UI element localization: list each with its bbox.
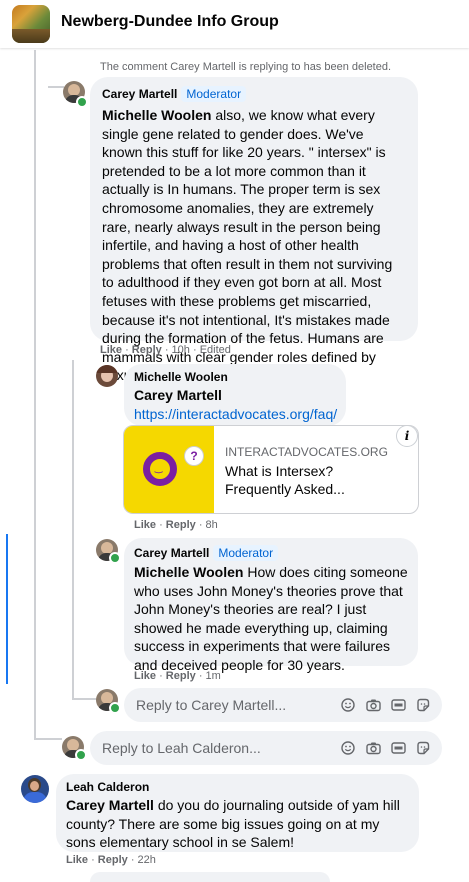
sticker-icon[interactable] bbox=[416, 698, 430, 712]
intersex-logo-icon: ‿ ? bbox=[124, 426, 214, 513]
online-status-icon bbox=[76, 96, 88, 108]
reply-input-leah[interactable]: Reply to Leah Calderon... bbox=[90, 731, 442, 765]
thread-line-inner bbox=[72, 360, 74, 700]
comment-actions: Like · Reply · 8h bbox=[134, 519, 218, 531]
gif-icon[interactable] bbox=[391, 698, 406, 712]
mention-link[interactable]: Michelle Woolen bbox=[134, 564, 243, 580]
preview-title-line1: What is Intersex? bbox=[225, 463, 334, 479]
comment-bubble: Leah Calderon Carey Martell do you do jo… bbox=[56, 774, 419, 852]
thread-connector bbox=[34, 738, 62, 740]
reply-button[interactable]: Reply bbox=[166, 519, 196, 531]
online-status-icon bbox=[109, 702, 121, 714]
edited-label: Edited bbox=[199, 344, 231, 356]
like-button[interactable]: Like bbox=[100, 344, 122, 356]
like-button[interactable]: Like bbox=[66, 854, 88, 866]
like-button[interactable]: Like bbox=[134, 670, 156, 682]
reply-button[interactable]: Reply bbox=[166, 670, 196, 682]
mention-link[interactable]: Michelle Woolen bbox=[102, 107, 211, 123]
like-button[interactable]: Like bbox=[134, 519, 156, 531]
comment-actions: Like · Reply · 22h bbox=[66, 854, 156, 866]
camera-icon[interactable] bbox=[366, 741, 381, 755]
comment-text: Michelle Woolen How does citing someone … bbox=[134, 563, 408, 675]
comment-body: also, we know what every single gene rel… bbox=[102, 107, 393, 384]
mention-link[interactable]: Carey Martell bbox=[134, 386, 336, 405]
reply-placeholder[interactable]: Reply to Carey Martell... bbox=[136, 697, 330, 713]
comment-bubble: Carey Martell Moderator Michelle Woolen H… bbox=[124, 538, 418, 673]
mention-link[interactable]: Carey Martell bbox=[66, 797, 154, 813]
emoji-icon[interactable] bbox=[341, 741, 355, 755]
comment-actions: Like · Reply · 10h · Edited bbox=[100, 344, 231, 356]
faq-link[interactable]: https://interactadvocates.org/faq/ bbox=[134, 405, 337, 424]
comment-body: How does citing someone who uses John Mo… bbox=[134, 564, 408, 673]
link-preview-card[interactable]: ‿ ? INTERACTADVOCATES.ORG What is Inters… bbox=[123, 425, 419, 514]
reply-input-carey[interactable]: Reply to Carey Martell... bbox=[124, 688, 442, 722]
reply-button[interactable]: Reply bbox=[132, 344, 162, 356]
next-reply-bubble-partial bbox=[90, 872, 330, 882]
preview-title-line2: Frequently Asked... bbox=[225, 481, 345, 497]
group-header: Newberg-Dundee Info Group bbox=[0, 0, 469, 48]
thread-connector bbox=[48, 86, 64, 88]
active-thread-indicator bbox=[6, 534, 8, 684]
comment-author[interactable]: Carey Martell bbox=[134, 546, 209, 560]
moderator-badge: Moderator bbox=[213, 545, 279, 561]
comment-timestamp[interactable]: 10h bbox=[172, 344, 190, 356]
leah-calderon-avatar[interactable] bbox=[21, 775, 49, 803]
comment-bubble: Carey Martell Moderator Michelle Woolen a… bbox=[90, 77, 418, 383]
comment-actions: Like · Reply · 1m bbox=[134, 670, 221, 682]
comment-timestamp[interactable]: 22h bbox=[138, 854, 156, 866]
info-icon[interactable]: i bbox=[396, 426, 418, 447]
emoji-icon[interactable] bbox=[341, 698, 355, 712]
online-status-icon bbox=[75, 749, 87, 761]
comment-author[interactable]: Michelle Woolen bbox=[134, 370, 336, 384]
comment-text: Carey Martell do you do journaling outsi… bbox=[66, 796, 409, 852]
online-status-icon bbox=[109, 552, 121, 564]
sticker-icon[interactable] bbox=[416, 741, 430, 755]
reply-button[interactable]: Reply bbox=[98, 854, 128, 866]
gif-icon[interactable] bbox=[391, 741, 406, 755]
michelle-woolen-avatar[interactable] bbox=[96, 365, 118, 387]
group-title[interactable]: Newberg-Dundee Info Group bbox=[61, 13, 279, 31]
camera-icon[interactable] bbox=[366, 698, 381, 712]
group-cover-thumbnail[interactable] bbox=[12, 5, 50, 43]
thread-line-outer bbox=[34, 50, 36, 740]
moderator-badge: Moderator bbox=[181, 86, 247, 102]
comment-bubble: Michelle Woolen Carey Martell https://in… bbox=[124, 364, 346, 426]
comment-timestamp[interactable]: 1m bbox=[206, 670, 221, 682]
comment-author[interactable]: Carey Martell bbox=[102, 87, 177, 101]
comment-author[interactable]: Leah Calderon bbox=[66, 780, 409, 794]
reply-placeholder[interactable]: Reply to Leah Calderon... bbox=[102, 740, 330, 756]
deleted-comment-notice: The comment Carey Martell is replying to… bbox=[100, 61, 392, 73]
preview-domain: INTERACTADVOCATES.ORG bbox=[225, 445, 388, 459]
thread-connector bbox=[72, 698, 96, 700]
comment-timestamp[interactable]: 8h bbox=[206, 519, 218, 531]
